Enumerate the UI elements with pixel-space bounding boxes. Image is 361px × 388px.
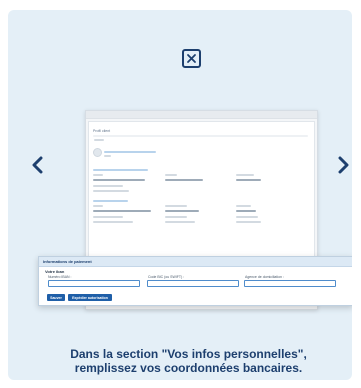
instruction-caption: Dans la section "Vos infos personnelles"… [20, 347, 352, 375]
tutorial-modal: Profil client Informations de paiement V… [8, 10, 352, 380]
placeholder-line [165, 216, 187, 218]
dialog-title: Informations de paiement [43, 259, 92, 264]
mockup-page-title: Profil client [93, 129, 111, 133]
next-slide-button[interactable] [334, 153, 352, 177]
placeholder-line [236, 221, 261, 223]
payment-info-dialog: Informations de paiement Votre iban Numé… [38, 256, 352, 306]
section-title: Votre iban [45, 269, 65, 274]
close-button[interactable] [182, 49, 201, 68]
placeholder-line [165, 221, 195, 223]
placeholder-line [93, 210, 151, 212]
placeholder-line [165, 179, 203, 181]
placeholder-line [93, 205, 103, 207]
placeholder-line [93, 185, 123, 187]
placeholder-line [165, 174, 177, 176]
placeholder-line [236, 174, 254, 176]
placeholder-line [93, 200, 128, 202]
divider [93, 135, 308, 137]
placeholder-line [236, 205, 251, 207]
chevron-right-icon [338, 156, 349, 174]
avatar [93, 148, 102, 157]
dialog-header: Informations de paiement [39, 257, 352, 267]
close-icon [187, 54, 196, 63]
placeholder-line [165, 210, 199, 212]
chevron-left-icon [32, 156, 43, 174]
placeholder-line [93, 190, 129, 192]
agency-input[interactable] [244, 280, 336, 287]
placeholder-line [93, 169, 148, 171]
caption-line-1: Dans la section "Vos infos personnelles"… [70, 347, 307, 361]
placeholder-line [165, 205, 187, 207]
placeholder-line [94, 139, 104, 141]
iban-input[interactable] [48, 280, 140, 287]
placeholder-line [236, 210, 256, 212]
placeholder-line [93, 216, 123, 218]
agency-label: Agence de domiciliation : [245, 275, 284, 279]
placeholder-line [93, 179, 145, 181]
previous-slide-button[interactable] [27, 153, 47, 177]
iban-label: Numéro IBAN : [48, 275, 72, 279]
placeholder-line [93, 221, 133, 223]
placeholder-line [93, 174, 103, 176]
caption-line-2: remplissez vos coordonnées bancaires. [74, 361, 303, 375]
save-button[interactable]: Sauver [47, 294, 65, 301]
bic-input[interactable] [147, 280, 239, 287]
placeholder-line [236, 179, 261, 181]
placeholder-line [104, 151, 156, 153]
bic-label: Code BIC (ou SWIFT) : [148, 275, 185, 279]
send-authorization-button[interactable]: Expédier autorisation [68, 294, 112, 301]
placeholder-line [236, 216, 258, 218]
placeholder-line [104, 155, 111, 157]
mockup-topbar [86, 111, 317, 119]
